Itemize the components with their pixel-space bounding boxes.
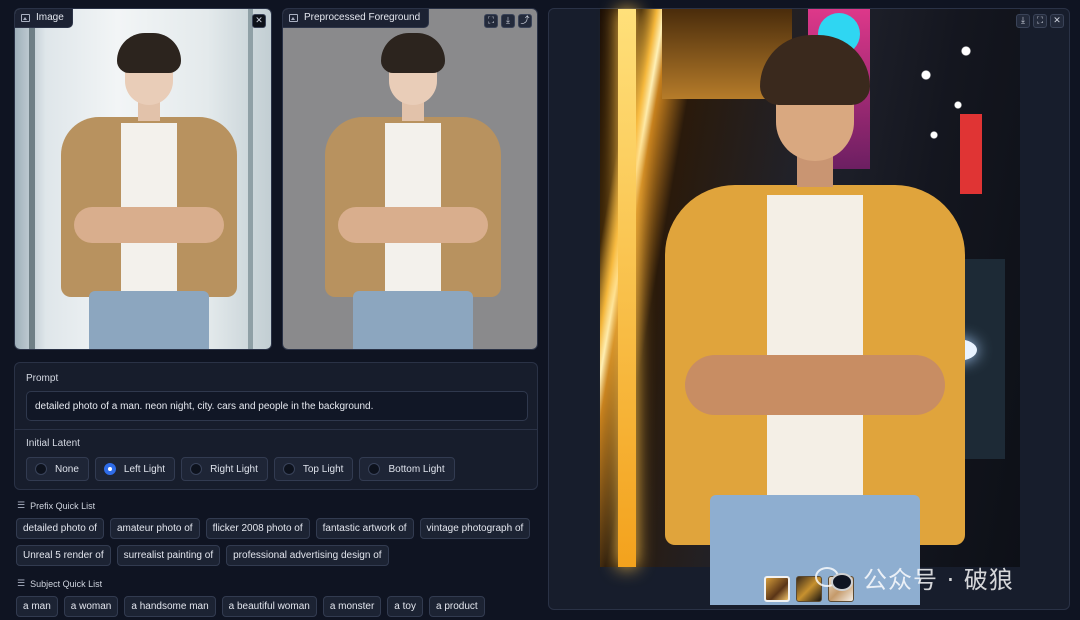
prompt-input[interactable]: detailed photo of a man. neon night, cit…	[26, 391, 528, 421]
foreground-label: Preprocessed Foreground	[283, 9, 430, 28]
prefix-chip[interactable]: flicker 2008 photo of	[205, 518, 310, 539]
prefix-list-title-text: Prefix Quick List	[30, 501, 96, 511]
image-label: Image	[15, 9, 73, 28]
prefix-chip[interactable]: Unreal 5 render of	[16, 545, 111, 566]
initial-latent-label: Initial Latent	[26, 438, 80, 449]
prefix-chip[interactable]: detailed photo of	[16, 518, 104, 539]
list-icon: ☰	[17, 579, 26, 589]
output-image[interactable]	[600, 9, 1020, 605]
watermark-text: 公众号 · 破狼	[863, 566, 1014, 594]
prefix-chip[interactable]: amateur photo of	[109, 518, 200, 539]
share-icon[interactable]: ⤴	[518, 14, 532, 28]
clear-image-button[interactable]: ✕	[252, 14, 266, 28]
fullscreen-icon[interactable]: ⛶	[1033, 14, 1047, 28]
radio-label: Right Light	[210, 463, 258, 475]
foreground-label-text: Preprocessed Foreground	[304, 12, 421, 23]
radio-right-light[interactable]: Right Light	[181, 457, 268, 481]
subject-chip[interactable]: a woman	[63, 596, 119, 617]
radio-bottom-light[interactable]: Bottom Light	[359, 457, 455, 481]
subject-chip[interactable]: a product	[428, 596, 485, 617]
wechat-icon	[815, 563, 855, 593]
radio-label: Bottom Light	[388, 463, 445, 475]
subject-list-title-text: Subject Quick List	[30, 579, 103, 589]
subject-row: a man a woman a handsome man a beautiful…	[16, 596, 485, 617]
radio-dot	[282, 463, 295, 475]
radio-label: Left Light	[123, 463, 166, 475]
radio-label: Top Light	[302, 463, 344, 475]
list-icon: ☰	[17, 501, 26, 511]
prefix-row-1: detailed photo of amateur photo of flick…	[16, 518, 531, 539]
radio-left-light[interactable]: Left Light	[94, 457, 176, 481]
radio-dot	[190, 463, 203, 475]
prompt-panel: Prompt detailed photo of a man. neon nig…	[14, 362, 538, 490]
prefix-chip[interactable]: vintage photograph of	[419, 518, 531, 539]
radio-top-light[interactable]: Top Light	[273, 457, 354, 481]
person-figure	[323, 33, 503, 349]
fullscreen-icon[interactable]: ⛶	[484, 14, 498, 28]
prompt-label: Prompt	[26, 373, 59, 384]
window-frame	[29, 9, 35, 349]
download-icon[interactable]: ⤓	[1016, 14, 1030, 28]
person-figure	[660, 35, 970, 605]
download-icon[interactable]: ⤓	[501, 14, 515, 28]
initial-latent-options: None Left Light Right Light Top Light Bo…	[26, 457, 455, 481]
foreground-image	[283, 9, 537, 349]
radio-dot	[103, 463, 116, 475]
subject-chip[interactable]: a toy	[387, 596, 423, 617]
person-figure	[59, 33, 239, 349]
prefix-chip[interactable]: professional advertising design of	[226, 545, 389, 566]
prefix-row-2: Unreal 5 render of surrealist painting o…	[16, 545, 389, 566]
radio-label: None	[55, 463, 79, 475]
radio-dot	[368, 463, 381, 475]
radio-dot	[35, 463, 47, 475]
foreground-panel: Preprocessed Foreground ⛶ ⤓ ⤴	[282, 8, 538, 350]
watermark: 公众号 · 破狼	[815, 560, 1014, 595]
input-image-panel[interactable]: Image ✕	[14, 8, 272, 350]
prefix-chip[interactable]: fantastic artwork of	[315, 518, 414, 539]
image-label-text: Image	[36, 12, 64, 23]
gallery-thumbnail[interactable]	[764, 576, 790, 602]
image-icon	[21, 13, 30, 22]
subject-chip[interactable]: a handsome man	[124, 596, 216, 617]
prefix-chip[interactable]: surrealist painting of	[116, 545, 221, 566]
image-icon	[289, 13, 298, 22]
input-image	[15, 9, 271, 349]
output-gallery-panel: ⤓ ⛶ ✕	[548, 8, 1070, 610]
subject-chip[interactable]: a monster	[322, 596, 382, 617]
radio-none[interactable]: None	[26, 457, 89, 481]
window-frame	[248, 9, 253, 349]
divider	[15, 429, 537, 430]
close-icon[interactable]: ✕	[1050, 14, 1064, 28]
subject-chip[interactable]: a beautiful woman	[221, 596, 317, 617]
subject-chip[interactable]: a man	[16, 596, 58, 617]
neon-bar	[618, 9, 636, 567]
prefix-list-title: ☰ Prefix Quick List	[17, 501, 95, 511]
subject-list-title: ☰ Subject Quick List	[17, 579, 102, 589]
